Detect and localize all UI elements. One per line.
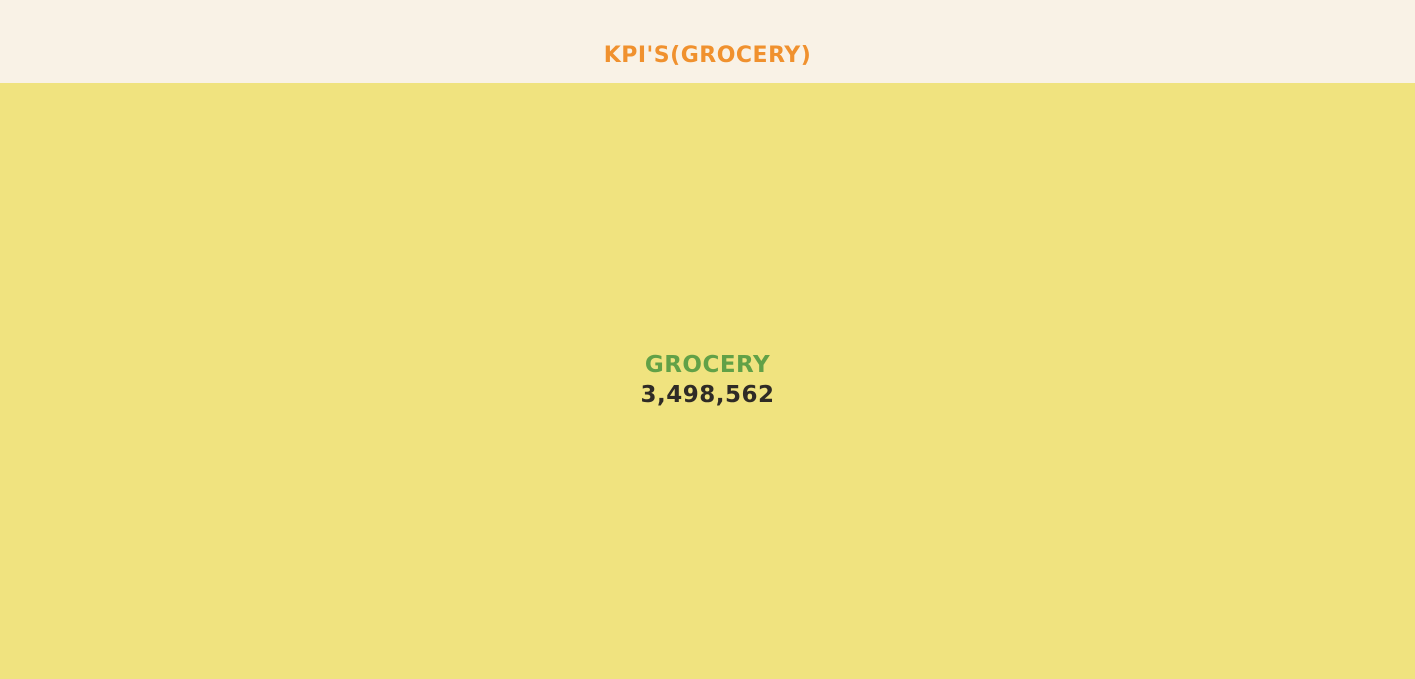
treemap-tile-grocery[interactable]: GROCERY 3,498,562 [0,83,1415,679]
chart-header: KPI'S(GROCERY) [0,0,1415,83]
treemap-area: GROCERY 3,498,562 [0,83,1415,679]
tile-label: GROCERY [644,352,771,378]
tile-value: 3,498,562 [640,382,775,408]
chart-title: KPI'S(GROCERY) [603,43,812,68]
